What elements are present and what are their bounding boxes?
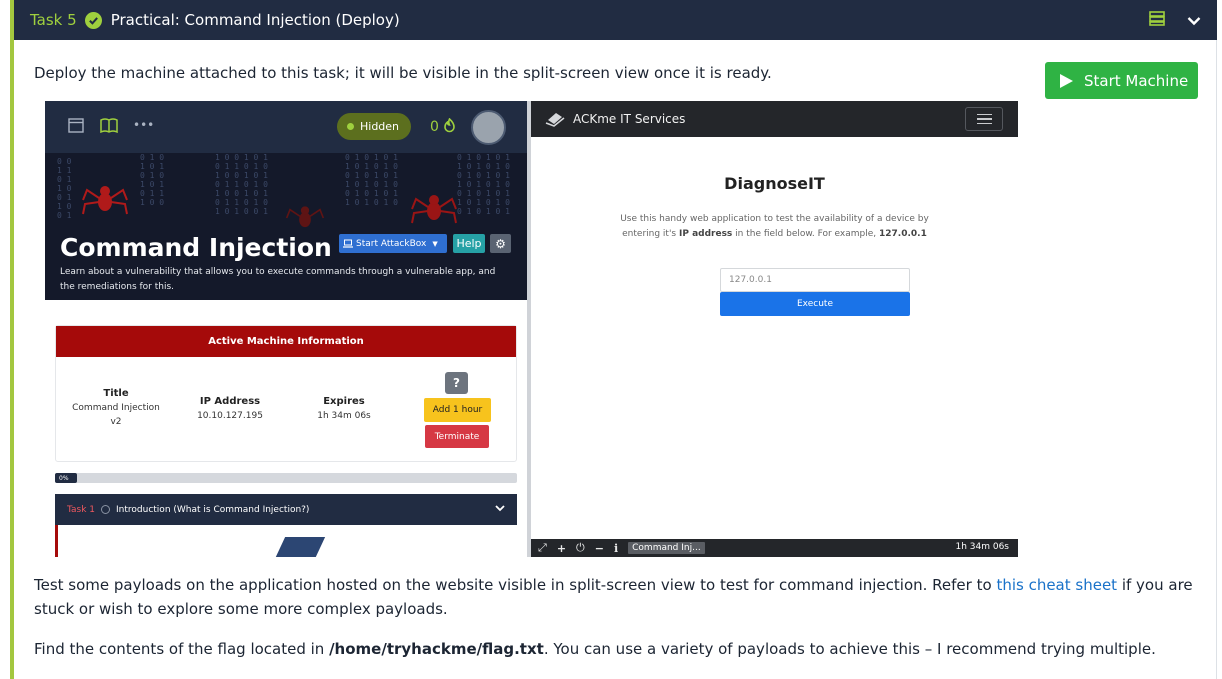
binary-rain: 0 1 0 1 0 11 0 1 0 1 00 1 0 1 0 11 0 1 0… <box>345 153 398 207</box>
flag-instructions: Find the contents of the flag located in… <box>34 640 1156 658</box>
binary-rain: 0 1 0 1 0 11 0 1 0 1 00 1 0 1 0 11 0 1 0… <box>457 153 510 216</box>
expires-label: Expires <box>323 396 365 407</box>
start-attackbox-button[interactable]: Start AttackBox ▼ <box>339 234 447 253</box>
task1-number: Task 1 <box>67 504 96 515</box>
title-value: Command Injection v2 <box>72 403 160 427</box>
execute-button[interactable]: Execute <box>720 292 910 316</box>
tryhackme-pane: ••• Hidden 0 0 01 10 11 00 11 00 1 0 1 0… <box>45 101 527 557</box>
laptop-icon <box>343 239 353 248</box>
spider-icon <box>285 206 325 228</box>
task-title: Practical: Command Injection (Deploy) <box>110 11 400 29</box>
expires-value: 1h 34m 06s <box>317 411 371 421</box>
flame-icon <box>444 117 456 133</box>
intro-text: Deploy the machine attached to this task… <box>34 64 772 82</box>
payload-instructions: Test some payloads on the application ho… <box>34 576 1193 618</box>
task1-title: Introduction (What is Command Injection?… <box>116 504 310 515</box>
hidden-label: Hidden <box>360 120 400 133</box>
laptop-logo-icon <box>545 113 565 127</box>
binary-rain: 0 1 01 0 10 1 01 0 10 1 11 0 0 <box>140 153 165 207</box>
flag-path: /home/tryhackme/flag.txt <box>329 640 544 658</box>
app-description: Use this handy web application to test t… <box>620 214 929 239</box>
binary-rain: 1 0 0 1 0 10 1 1 0 1 01 0 0 1 0 10 1 1 0… <box>215 153 268 216</box>
binary-rain: 0 01 10 11 00 11 00 1 <box>57 157 72 220</box>
cheat-sheet-link[interactable]: this cheat sheet <box>996 576 1117 594</box>
taskbar-tab[interactable]: Command Inj... <box>628 542 705 554</box>
spider-icon <box>411 195 457 224</box>
power-icon[interactable]: ⏻ <box>576 541 585 555</box>
book-icon[interactable] <box>100 118 118 133</box>
illustration-fragment <box>274 537 326 557</box>
room-hero: 0 01 10 11 00 11 00 1 0 1 01 0 10 1 01 0… <box>45 153 527 300</box>
ackme-brand[interactable]: ACKme IT Services <box>573 112 685 126</box>
chevron-down-icon[interactable] <box>1187 11 1201 30</box>
terminate-button[interactable]: Terminate <box>425 425 489 448</box>
session-timer: 1h 34m 06s <box>955 542 1009 552</box>
task-number: Task 5 <box>30 11 77 29</box>
play-icon <box>1060 73 1073 88</box>
machine-pane: ACKme IT Services DiagnoseIT Use this ha… <box>531 101 1018 557</box>
add-hour-button[interactable]: Add 1 hour <box>424 398 491 422</box>
machine-expires: Expires 1h 34m 06s <box>294 395 394 423</box>
room-title: Command Injection <box>60 233 332 262</box>
server-icon[interactable] <box>1149 10 1165 30</box>
menu-icon[interactable] <box>965 107 1003 131</box>
more-icon[interactable]: ••• <box>133 118 154 132</box>
help-button[interactable]: Help <box>453 234 485 253</box>
ip-address-input[interactable]: 127.0.0.1 <box>720 268 910 292</box>
incomplete-circle-icon <box>101 505 111 514</box>
status-dot-icon <box>347 123 354 130</box>
split-screen-screenshot: ••• Hidden 0 0 01 10 11 00 11 00 1 0 1 0… <box>45 101 1018 557</box>
machine-ip: IP Address 10.10.127.195 <box>180 395 280 423</box>
thm-topbar: ••• Hidden 0 <box>45 101 527 153</box>
start-machine-label: Start Machine <box>1084 71 1189 90</box>
streak-counter: 0 <box>430 117 456 135</box>
room-subtitle: Learn about a vulnerability that allows … <box>60 267 496 292</box>
ip-value: 10.10.127.195 <box>197 411 263 421</box>
info-icon[interactable]: i <box>614 542 618 555</box>
progress-label: 0% <box>55 473 77 483</box>
minus-icon[interactable]: − <box>595 542 604 555</box>
spider-icon <box>82 186 128 215</box>
room-progress-bar: 0% <box>55 473 517 483</box>
plus-icon[interactable]: + <box>557 542 566 555</box>
hidden-toggle[interactable]: Hidden <box>337 113 411 140</box>
ackme-navbar: ACKme IT Services <box>531 101 1018 137</box>
active-machine-heading: Active Machine Information <box>56 326 516 357</box>
chevron-down-icon[interactable] <box>495 505 505 512</box>
app-title: DiagnoseIT <box>724 174 825 193</box>
task1-header[interactable]: Task 1 Introduction (What is Command Inj… <box>55 494 517 525</box>
check-circle-icon <box>84 11 102 29</box>
vm-taskbar: ⤢ + ⏻ − i Command Inj... 1h 34m 06s <box>531 539 1018 557</box>
task1-body <box>55 525 517 557</box>
caret-down-icon: ▼ <box>432 239 438 248</box>
avatar[interactable] <box>471 110 506 145</box>
gear-icon[interactable]: ⚙ <box>490 234 511 253</box>
window-icon[interactable] <box>68 118 84 133</box>
active-machine-card: Active Machine Information Title Command… <box>55 325 517 462</box>
machine-title: Title Command Injection v2 <box>66 387 166 429</box>
start-machine-button[interactable]: Start Machine <box>1045 62 1198 99</box>
fullscreen-icon[interactable]: ⤢ <box>538 541 547 555</box>
question-button[interactable]: ? <box>445 372 468 394</box>
attackbox-label: Start AttackBox <box>356 238 427 249</box>
task-header[interactable]: Task 5 Practical: Command Injection (Dep… <box>10 0 1217 40</box>
streak-count: 0 <box>430 119 439 135</box>
title-label: Title <box>103 388 129 399</box>
ip-label: IP Address <box>199 396 261 407</box>
